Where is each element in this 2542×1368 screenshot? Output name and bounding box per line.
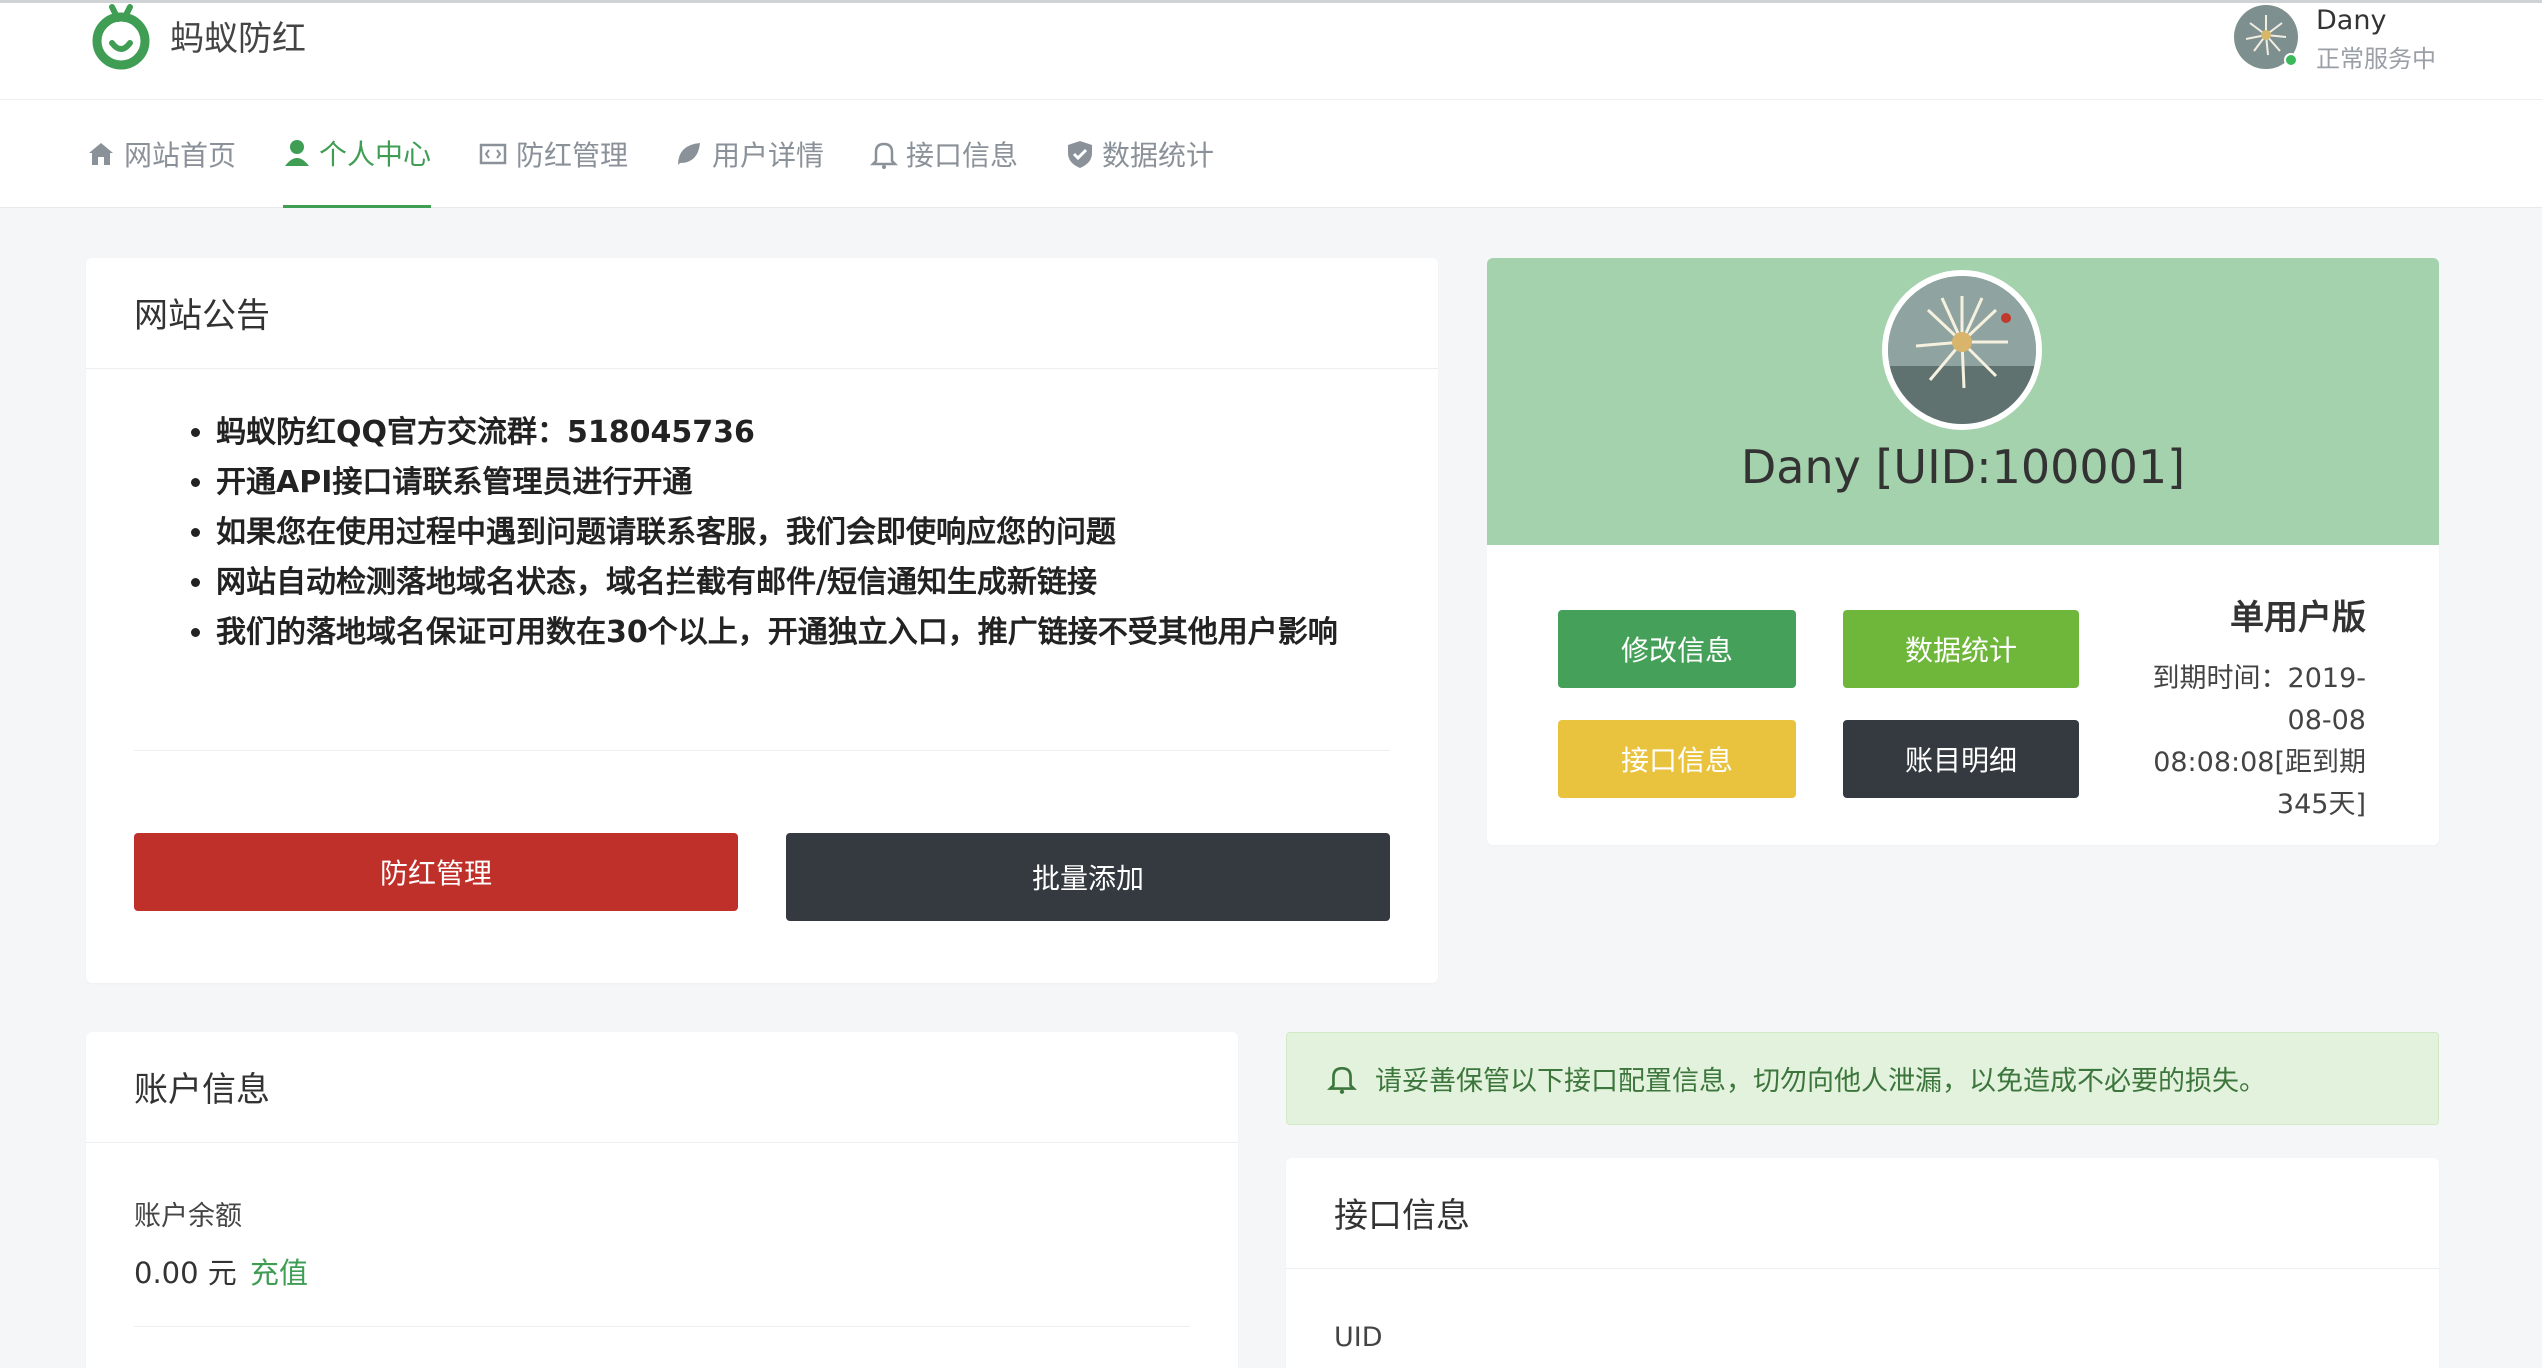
list-item: 网站自动检测落地域名状态，域名拦截有邮件/短信通知生成新链接 <box>216 566 1478 600</box>
bell-icon <box>1327 1066 1357 1094</box>
user-name: Dany <box>2316 5 2387 36</box>
user-menu[interactable]: Dany 正常服务中 <box>2234 5 2504 73</box>
list-item: 开通API接口请联系管理员进行开通 <box>216 466 1478 500</box>
account-title: 账户信息 <box>134 1070 270 1110</box>
security-alert: 请妥善保管以下接口配置信息，切勿向他人泄漏，以免造成不必要的损失。 <box>1286 1032 2439 1125</box>
recharge-link[interactable]: 充值 <box>250 1250 308 1292</box>
leaf-icon <box>678 143 700 165</box>
antiblock-manage-button[interactable]: 防红管理 <box>134 833 738 911</box>
divider <box>1286 1268 2439 1269</box>
logo-icon <box>92 4 150 70</box>
nav-item-user-detail[interactable]: 用户详情 <box>674 100 824 208</box>
nav-label: 网站首页 <box>124 139 237 172</box>
announcement-list: 蚂蚁防红QQ官方交流群：518045736 开通API接口请联系管理员进行开通 … <box>216 416 1478 666</box>
profile-avatar[interactable] <box>1882 270 2042 430</box>
account-card: 账户信息 账户余额 0.00 元 充值 <box>86 1032 1238 1368</box>
nav-label: 数据统计 <box>1102 139 1215 172</box>
nav-item-profile[interactable]: 个人中心 <box>283 100 432 208</box>
brand-name: 蚂蚁防红 <box>170 19 306 59</box>
divider <box>86 1142 1238 1143</box>
ledger-button[interactable]: 账目明细 <box>1843 720 2079 798</box>
user-status: 正常服务中 <box>2316 45 2436 73</box>
edit-info-button[interactable]: 修改信息 <box>1558 610 1796 688</box>
nav-label: 用户详情 <box>712 139 825 172</box>
top-bar: 蚂蚁防红 Dany 正常服务中 <box>0 0 2542 100</box>
nav-label: 防红管理 <box>516 139 629 172</box>
nav-item-api[interactable]: 接口信息 <box>870 100 1018 208</box>
profile-name: Dany [UID:100001] <box>1740 440 2186 494</box>
nav-label: 个人中心 <box>319 137 432 171</box>
alert-text: 请妥善保管以下接口配置信息，切勿向他人泄漏，以免造成不必要的损失。 <box>1375 1066 2266 1097</box>
divider <box>134 750 1390 751</box>
home-icon <box>89 143 113 165</box>
expire-time: 到期时间：2019-08-08 08:08:08[距到期345天] <box>2152 663 2366 820</box>
list-item: 蚂蚁防红QQ官方交流群：518045736 <box>216 416 1478 450</box>
code-icon <box>479 143 507 165</box>
nav-item-home[interactable]: 网站首页 <box>86 100 236 208</box>
main-nav: 网站首页 个人中心 防红管理 用户详情 接口信息 数据统计 <box>0 100 2542 208</box>
divider <box>86 368 1438 369</box>
api-info-button[interactable]: 接口信息 <box>1558 720 1796 798</box>
uid-label: UID <box>1334 1322 1383 1353</box>
balance-label: 账户余额 <box>134 1201 242 1232</box>
announcement-card: 网站公告 蚂蚁防红QQ官方交流群：518045736 开通API接口请联系管理员… <box>86 258 1438 983</box>
announcement-title: 网站公告 <box>134 296 270 336</box>
batch-add-button[interactable]: 批量添加 <box>786 833 1390 921</box>
bell-icon <box>870 142 898 169</box>
nav-item-antiblock[interactable]: 防红管理 <box>478 100 628 208</box>
nav-label: 接口信息 <box>906 139 1019 172</box>
divider <box>134 1326 1190 1327</box>
list-item: 如果您在使用过程中遇到问题请联系客服，我们会即使响应您的问题 <box>216 516 1478 550</box>
list-item: 我们的落地域名保证可用数在30个以上，开通独立入口，推广链接不受其他用户影响 <box>216 616 1478 650</box>
shield-icon <box>1068 141 1092 168</box>
user-icon <box>285 139 309 166</box>
nav-item-stats[interactable]: 数据统计 <box>1066 100 1214 208</box>
data-stats-button[interactable]: 数据统计 <box>1843 610 2079 688</box>
api-title: 接口信息 <box>1334 1196 1470 1236</box>
online-status-dot <box>2284 53 2298 67</box>
api-card: 接口信息 UID <box>1286 1158 2439 1368</box>
plan-name: 单用户版 <box>2230 598 2366 638</box>
balance-value: 0.00 元 <box>134 1256 237 1290</box>
